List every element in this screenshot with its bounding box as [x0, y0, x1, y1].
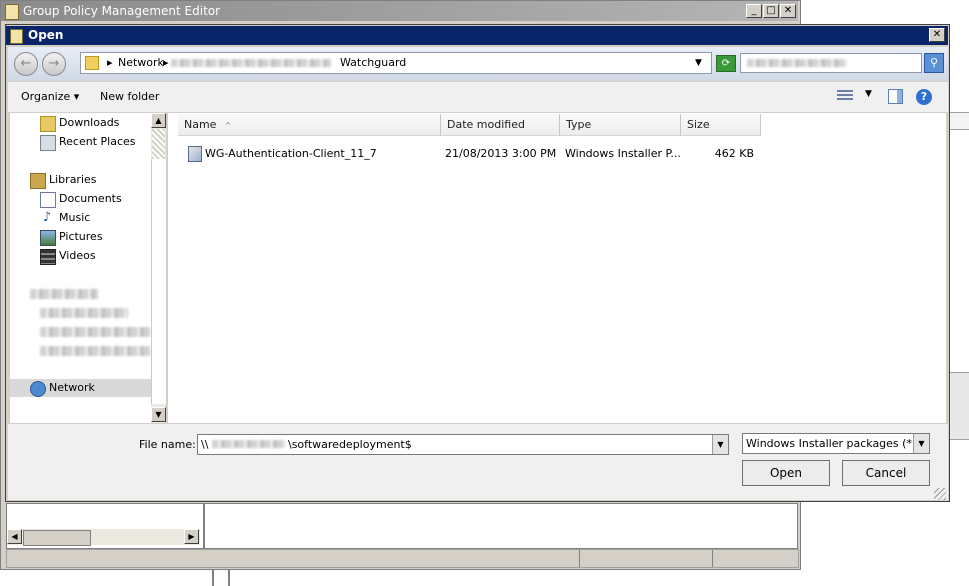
open-dialog-title-bar: Open — [6, 26, 948, 45]
behind-window-edge — [949, 372, 969, 440]
scroll-track[interactable] — [152, 129, 165, 159]
file-name-label: File name: — [139, 438, 196, 451]
sort-ascending-icon: ^ — [224, 121, 232, 130]
dialog-app-icon — [10, 29, 23, 44]
recent-places-icon — [40, 135, 56, 151]
file-date: 21/08/2013 3:00 PM — [445, 147, 557, 160]
documents-icon — [40, 192, 56, 208]
column-header-type[interactable]: Type — [560, 114, 681, 136]
gpm-details-pane — [204, 503, 798, 549]
downloads-folder-icon — [40, 116, 56, 132]
gpm-h-scrollbar[interactable]: ◀ ▶ — [7, 529, 200, 546]
file-type: Windows Installer P... — [565, 147, 681, 160]
command-toolbar: Organize ▾ New folder ▼ ? — [8, 82, 948, 112]
nav-pane-scrollbar[interactable]: ▲ ▼ — [151, 113, 166, 423]
videos-icon — [40, 249, 56, 265]
gpm-title-bar: Group Policy Management Editor _ □ ✕ — [1, 1, 798, 21]
resize-grip-icon[interactable] — [934, 488, 946, 500]
file-name-dropdown-icon[interactable]: ▼ — [712, 435, 728, 454]
scroll-thumb[interactable] — [151, 159, 166, 404]
back-arrow-icon[interactable]: ← — [14, 52, 38, 76]
preview-pane-icon[interactable] — [888, 89, 903, 104]
address-bar[interactable]: ▸ Network ▸ Watchguard ▼ — [80, 52, 712, 74]
redacted-computer — [30, 289, 98, 299]
crumb-network[interactable]: Network — [118, 55, 164, 71]
search-icon[interactable]: ⚲ — [924, 53, 944, 73]
gpm-window-title: Group Policy Management Editor — [23, 4, 221, 18]
address-dropdown-icon[interactable]: ▼ — [695, 55, 702, 71]
scroll-right-icon[interactable]: ▶ — [184, 529, 199, 544]
network-icon — [30, 381, 46, 397]
crumb-watchguard[interactable]: Watchguard — [340, 55, 406, 71]
view-dropdown-icon[interactable]: ▼ — [865, 89, 872, 99]
folder-icon — [85, 56, 99, 70]
file-type-select[interactable]: Windows Installer packages (*.r ▼ — [742, 433, 930, 454]
refresh-icon[interactable]: ⟳ — [716, 55, 736, 72]
scroll-up-icon[interactable]: ▲ — [151, 113, 166, 128]
pictures-icon — [40, 230, 56, 246]
forward-arrow-icon[interactable]: → — [42, 52, 66, 76]
organize-button[interactable]: Organize ▾ — [21, 90, 79, 103]
dialog-close-button[interactable]: ✕ — [929, 28, 945, 42]
scroll-down-icon[interactable]: ▼ — [151, 407, 166, 422]
dialog-title: Open — [28, 28, 64, 42]
file-size: 462 KB — [714, 147, 754, 160]
search-input[interactable] — [740, 53, 922, 73]
column-header-size[interactable]: Size — [681, 114, 761, 136]
file-row[interactable]: WG-Authentication-Client_11_7 21/08/2013… — [186, 145, 761, 163]
open-button[interactable]: Open — [742, 460, 830, 486]
file-name-input[interactable]: \\ \softwaredeployment$ ▼ — [197, 434, 729, 455]
gpm-minimize-button[interactable]: _ — [746, 4, 762, 18]
file-type-dropdown-icon[interactable]: ▼ — [913, 434, 929, 453]
msi-package-icon — [188, 146, 202, 162]
new-folder-button[interactable]: New folder — [100, 90, 159, 103]
redacted-drive-3 — [40, 346, 150, 356]
splitter-handle — [212, 570, 230, 586]
column-header-date[interactable]: Date modified — [441, 114, 560, 136]
redacted-server-name — [212, 440, 286, 448]
navigation-pane: Downloads Recent Places Libraries Docume… — [10, 113, 151, 423]
redacted-drive-1 — [40, 308, 128, 318]
redacted-path — [171, 59, 331, 67]
gpm-maximize-button[interactable]: □ — [763, 4, 779, 18]
libraries-icon — [30, 173, 46, 189]
column-header-name[interactable]: Name ^ — [178, 114, 441, 136]
redacted-search — [747, 59, 847, 67]
help-icon[interactable]: ? — [916, 89, 932, 105]
scroll-left-icon[interactable]: ◀ — [7, 529, 22, 544]
file-name: WG-Authentication-Client_11_7 — [205, 147, 377, 160]
cancel-button[interactable]: Cancel — [842, 460, 930, 486]
view-options-icon[interactable] — [837, 90, 853, 102]
tree-item-network[interactable]: Network — [10, 379, 151, 397]
scroll-thumb[interactable] — [23, 530, 91, 546]
gpm-close-button[interactable]: ✕ — [780, 4, 796, 18]
music-icon: ♪ — [42, 210, 52, 225]
gpm-status-bar — [6, 549, 799, 568]
gpm-app-icon — [5, 4, 19, 20]
behind-window-edge-2 — [949, 112, 969, 130]
redacted-drive-2 — [40, 327, 150, 337]
